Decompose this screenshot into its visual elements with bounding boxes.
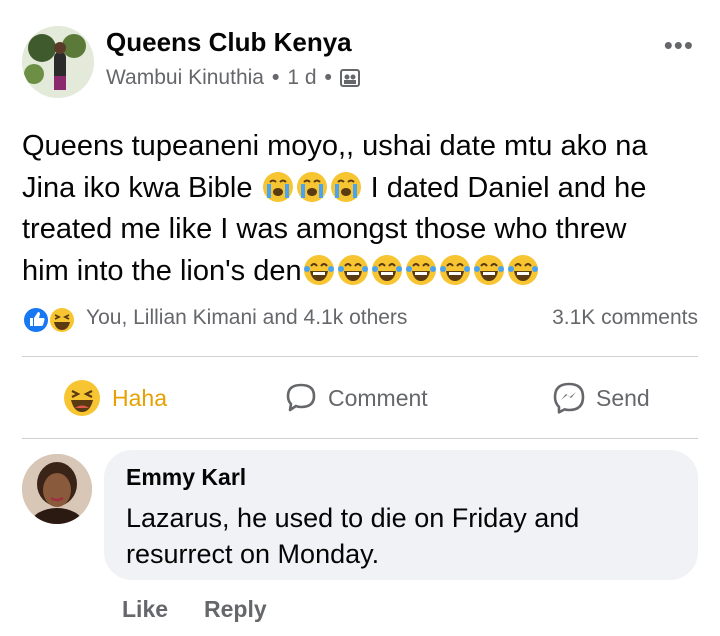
post-text-line-1: Queens tupeaneni moyo,, ushai date mtu a…	[22, 130, 648, 162]
laughing-tears-emoji-icon	[337, 254, 368, 285]
haha-icon	[64, 380, 100, 416]
comment-text-line-2: resurrect on Monday.	[126, 539, 380, 569]
group-avatar-image	[22, 26, 94, 98]
comment-label: Comment	[328, 384, 428, 411]
post-text-line-2a: Jina iko kwa Bible	[22, 171, 253, 204]
haha-icon	[48, 306, 76, 334]
like-icon	[22, 306, 50, 334]
laughing-tears-emoji-icon	[405, 254, 436, 285]
post-text-line-2b: I dated Daniel and he	[370, 171, 647, 204]
crying-emoji-icon	[330, 171, 361, 202]
author-name[interactable]: Wambui Kinuthia	[106, 66, 264, 90]
haha-label: Haha	[112, 384, 167, 411]
send-label: Send	[596, 384, 650, 411]
comment-row: Emmy Karl Lazarus, he used to die on Fri…	[22, 450, 698, 590]
meta-separator-2: •	[324, 66, 332, 89]
laughing-tears-emoji-icon	[507, 254, 538, 285]
laughing-tears-emoji-icon	[439, 254, 470, 285]
crying-emoji-icon	[262, 171, 293, 202]
laughing-tears-emoji-icon	[371, 254, 402, 285]
reaction-summary[interactable]: You, Lillian Kimani and 4.1k others	[86, 306, 407, 330]
comment-like-button[interactable]: Like	[122, 596, 168, 623]
comment-icon	[286, 383, 316, 412]
post-text-line-4a: him into the lion's den	[22, 254, 302, 287]
send-button[interactable]: Send	[552, 378, 650, 418]
commenter-name[interactable]: Emmy Karl	[126, 464, 246, 491]
reactions-row: You, Lillian Kimani and 4.1k others 3.1K…	[22, 300, 698, 336]
group-privacy-icon	[339, 69, 360, 87]
commenter-avatar-image	[22, 454, 92, 524]
laughing-tears-emoji-icon	[473, 254, 504, 285]
divider-top	[22, 356, 698, 357]
action-bar: Haha Comment Send	[22, 360, 698, 436]
group-avatar[interactable]	[22, 26, 94, 98]
comments-count[interactable]: 3.1K comments	[552, 306, 698, 330]
comment-actions: Like Reply	[122, 596, 267, 623]
more-options-button[interactable]: •••	[664, 30, 694, 61]
post-meta: Wambui Kinuthia • 1 d •	[106, 66, 360, 90]
post-time[interactable]: 1 d	[287, 66, 316, 90]
laughing-tears-emoji-icon	[303, 254, 334, 285]
group-name[interactable]: Queens Club Kenya	[106, 27, 352, 58]
post-body: Queens tupeaneni moyo,, ushai date mtu a…	[22, 126, 698, 292]
comment-text: Lazarus, he used to die on Friday and re…	[126, 500, 686, 572]
meta-separator: •	[271, 66, 280, 89]
post-header: Queens Club Kenya Wambui Kinuthia • 1 d …	[22, 20, 702, 100]
post-text-line-4: him into the lion's den	[22, 251, 698, 293]
commenter-avatar[interactable]	[22, 454, 92, 524]
comment-button[interactable]: Comment	[284, 378, 428, 418]
crying-emoji-icon	[296, 171, 327, 202]
reaction-icons[interactable]	[22, 305, 80, 335]
comment-text-line-1: Lazarus, he used to die on Friday and	[126, 503, 580, 533]
post-text-line-3: treated me like I was amongst those who …	[22, 213, 627, 245]
haha-button[interactable]: Haha	[62, 378, 167, 418]
comment-bubble: Emmy Karl Lazarus, he used to die on Fri…	[104, 450, 698, 580]
post-text-line-2: Jina iko kwa Bible I dated Daniel and he	[22, 168, 698, 210]
comment-reply-button[interactable]: Reply	[204, 596, 267, 623]
messenger-icon	[553, 382, 585, 414]
divider-bottom	[22, 438, 698, 439]
